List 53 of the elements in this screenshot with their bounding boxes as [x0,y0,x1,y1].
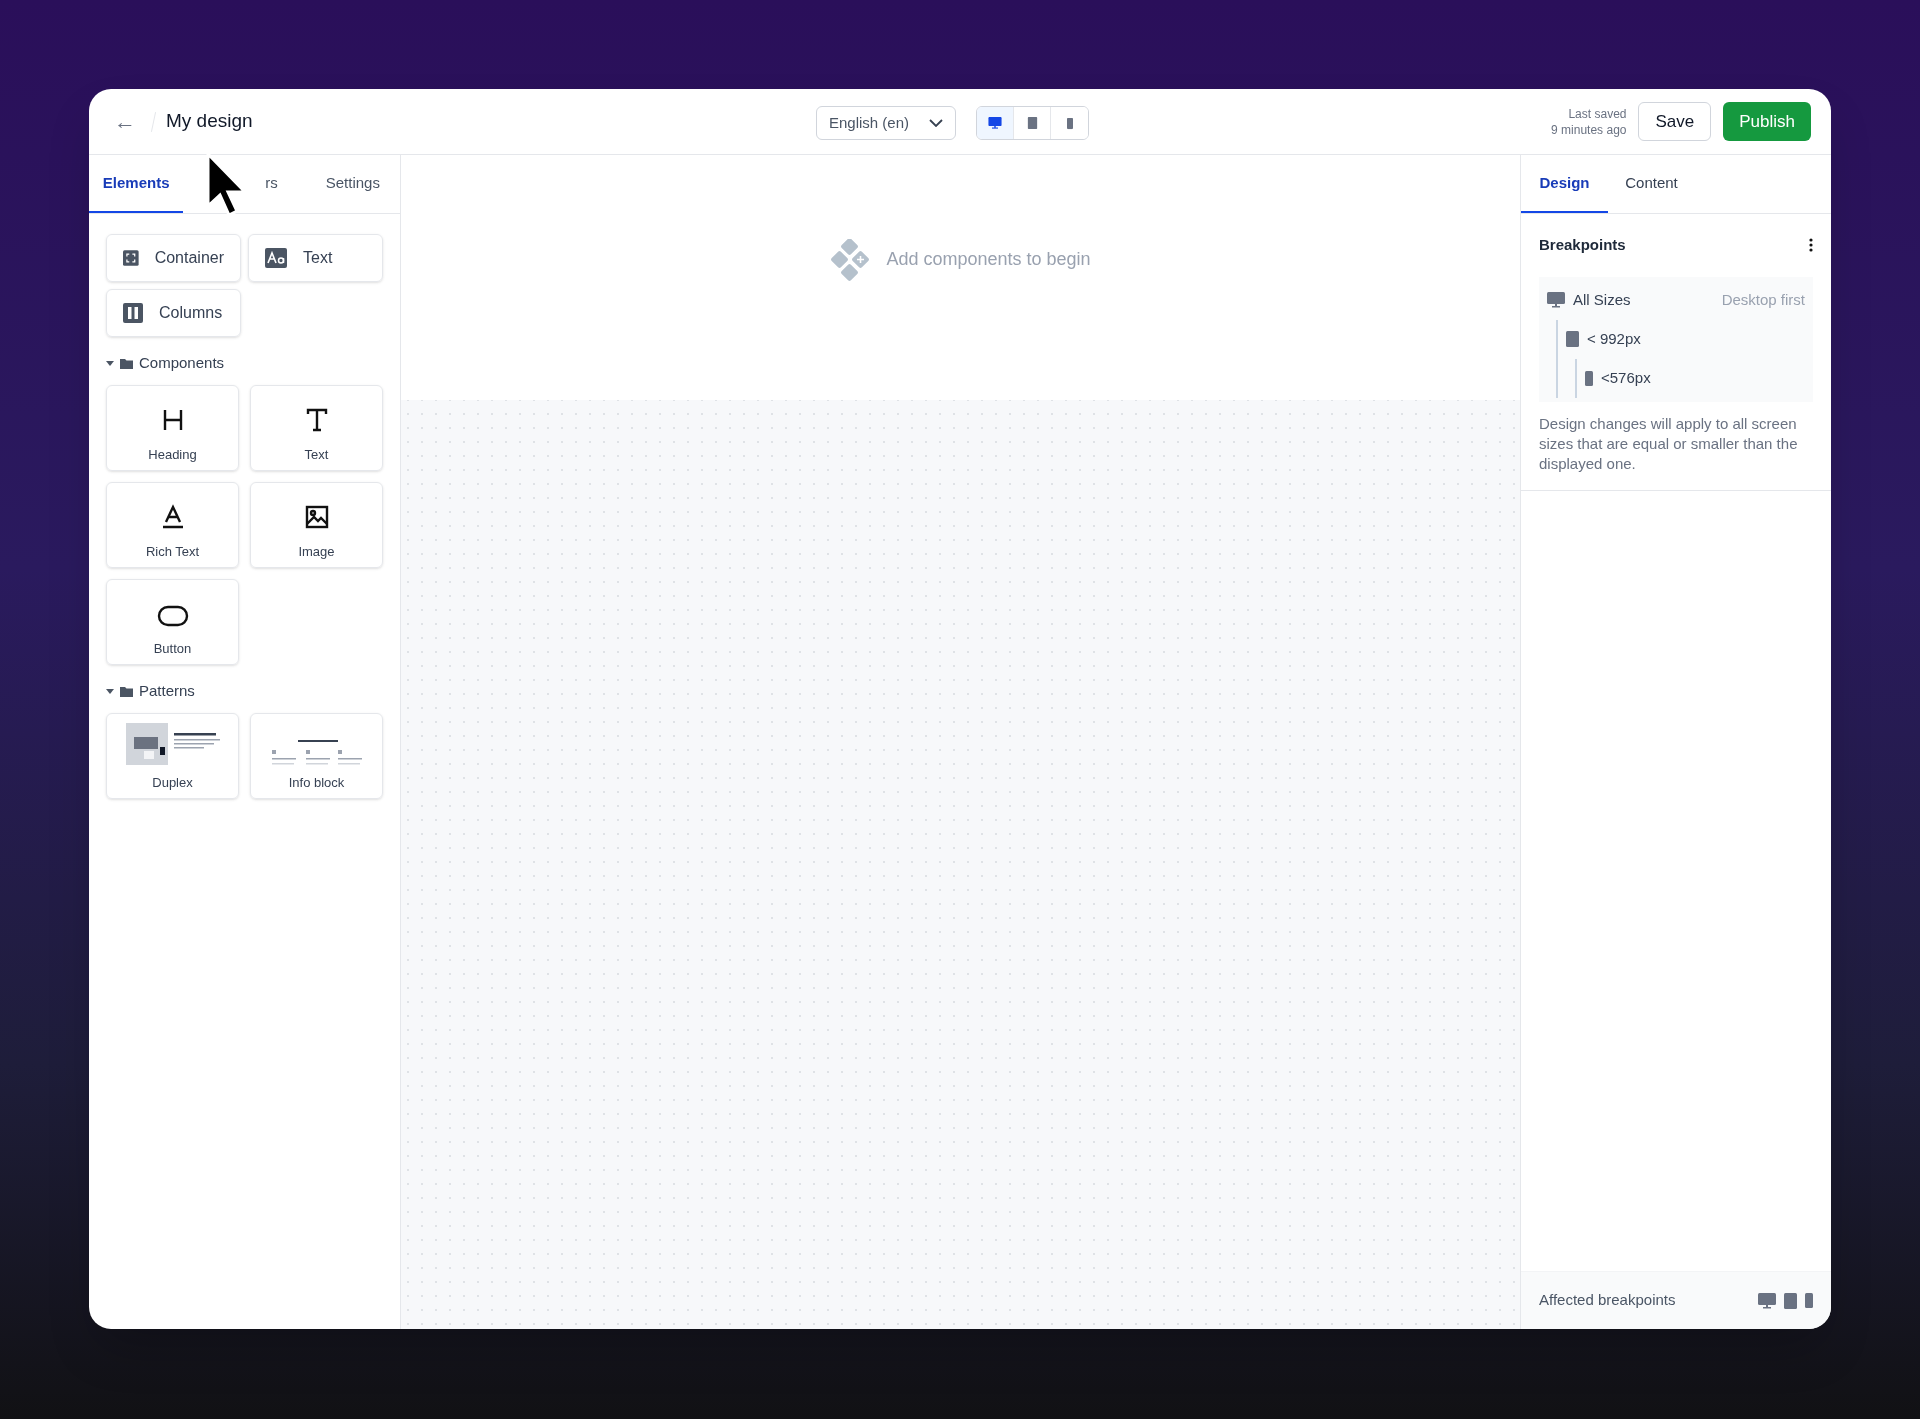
frame-icon [123,248,139,268]
phone-icon [1805,1293,1813,1308]
component-card[interactable]: Button [106,579,239,665]
element-button[interactable]: Container [106,234,241,282]
font-icon [265,248,287,268]
phone-icon [1066,117,1073,129]
component-card[interactable]: Text [250,385,383,471]
desktop-first-label: Desktop first [1721,289,1805,310]
breakpoint-item[interactable]: <576px [1585,366,1651,390]
section-header[interactable]: Components [106,349,383,377]
image-icon [303,503,330,530]
component-card[interactable]: Heading [106,385,239,471]
more-options-icon[interactable] [1809,238,1813,253]
last-saved-time: 9 minutes ago [1551,121,1627,138]
phone-icon [1585,370,1593,386]
panel-tab[interactable]: rs [183,155,306,213]
section-header[interactable]: Patterns [106,677,383,705]
affected-breakpoints-label: Affected breakpoints [1539,1290,1676,1311]
panel-tab[interactable]: Content [1608,155,1695,213]
button-shape-icon [156,604,189,627]
breakpoint-item[interactable]: < 992px [1566,327,1641,351]
component-card[interactable]: Image [250,482,383,568]
tablet-icon [1784,1292,1797,1309]
chevron-icon [929,119,943,127]
publish-button[interactable]: Publish [1723,102,1811,141]
tablet-icon [1027,117,1037,129]
caret-icon [106,359,114,367]
component-card[interactable]: Rich Text [106,482,239,568]
back-button[interactable]: ← [109,105,141,138]
monitor-icon [988,117,1002,129]
panel-tab[interactable]: Design [1521,155,1608,213]
monitor-icon [1547,292,1565,308]
language-dropdown[interactable]: English (en) [816,106,956,140]
element-button[interactable]: Columns [106,289,241,337]
columns-icon [123,303,143,323]
folder-icon [120,685,133,697]
tablet-icon [1566,331,1579,347]
breakpoint-item[interactable]: All Sizes [1547,288,1631,312]
element-button[interactable]: Text [248,234,383,282]
panel-tab[interactable]: Settings [305,155,400,213]
design-title: My design [166,109,253,134]
save-button[interactable]: Save [1638,102,1712,141]
last-saved-label: Last saved [1568,105,1627,122]
device-button[interactable] [977,107,1014,139]
empty-canvas-message: Add components to begin [886,248,1091,271]
pattern-card[interactable]: Duplex [106,713,239,799]
panel-tab[interactable]: Elements [89,155,184,213]
monitor-icon [1758,1292,1776,1309]
breakpoints-heading: Breakpoints [1539,235,1626,255]
pattern-card[interactable]: Info block [250,713,383,799]
folder-icon [120,357,133,369]
breakpoints-note: Design changes will apply to all screen sizes that are equal or smaller than the displayed one. [1539,413,1799,474]
caret-icon [106,687,114,695]
